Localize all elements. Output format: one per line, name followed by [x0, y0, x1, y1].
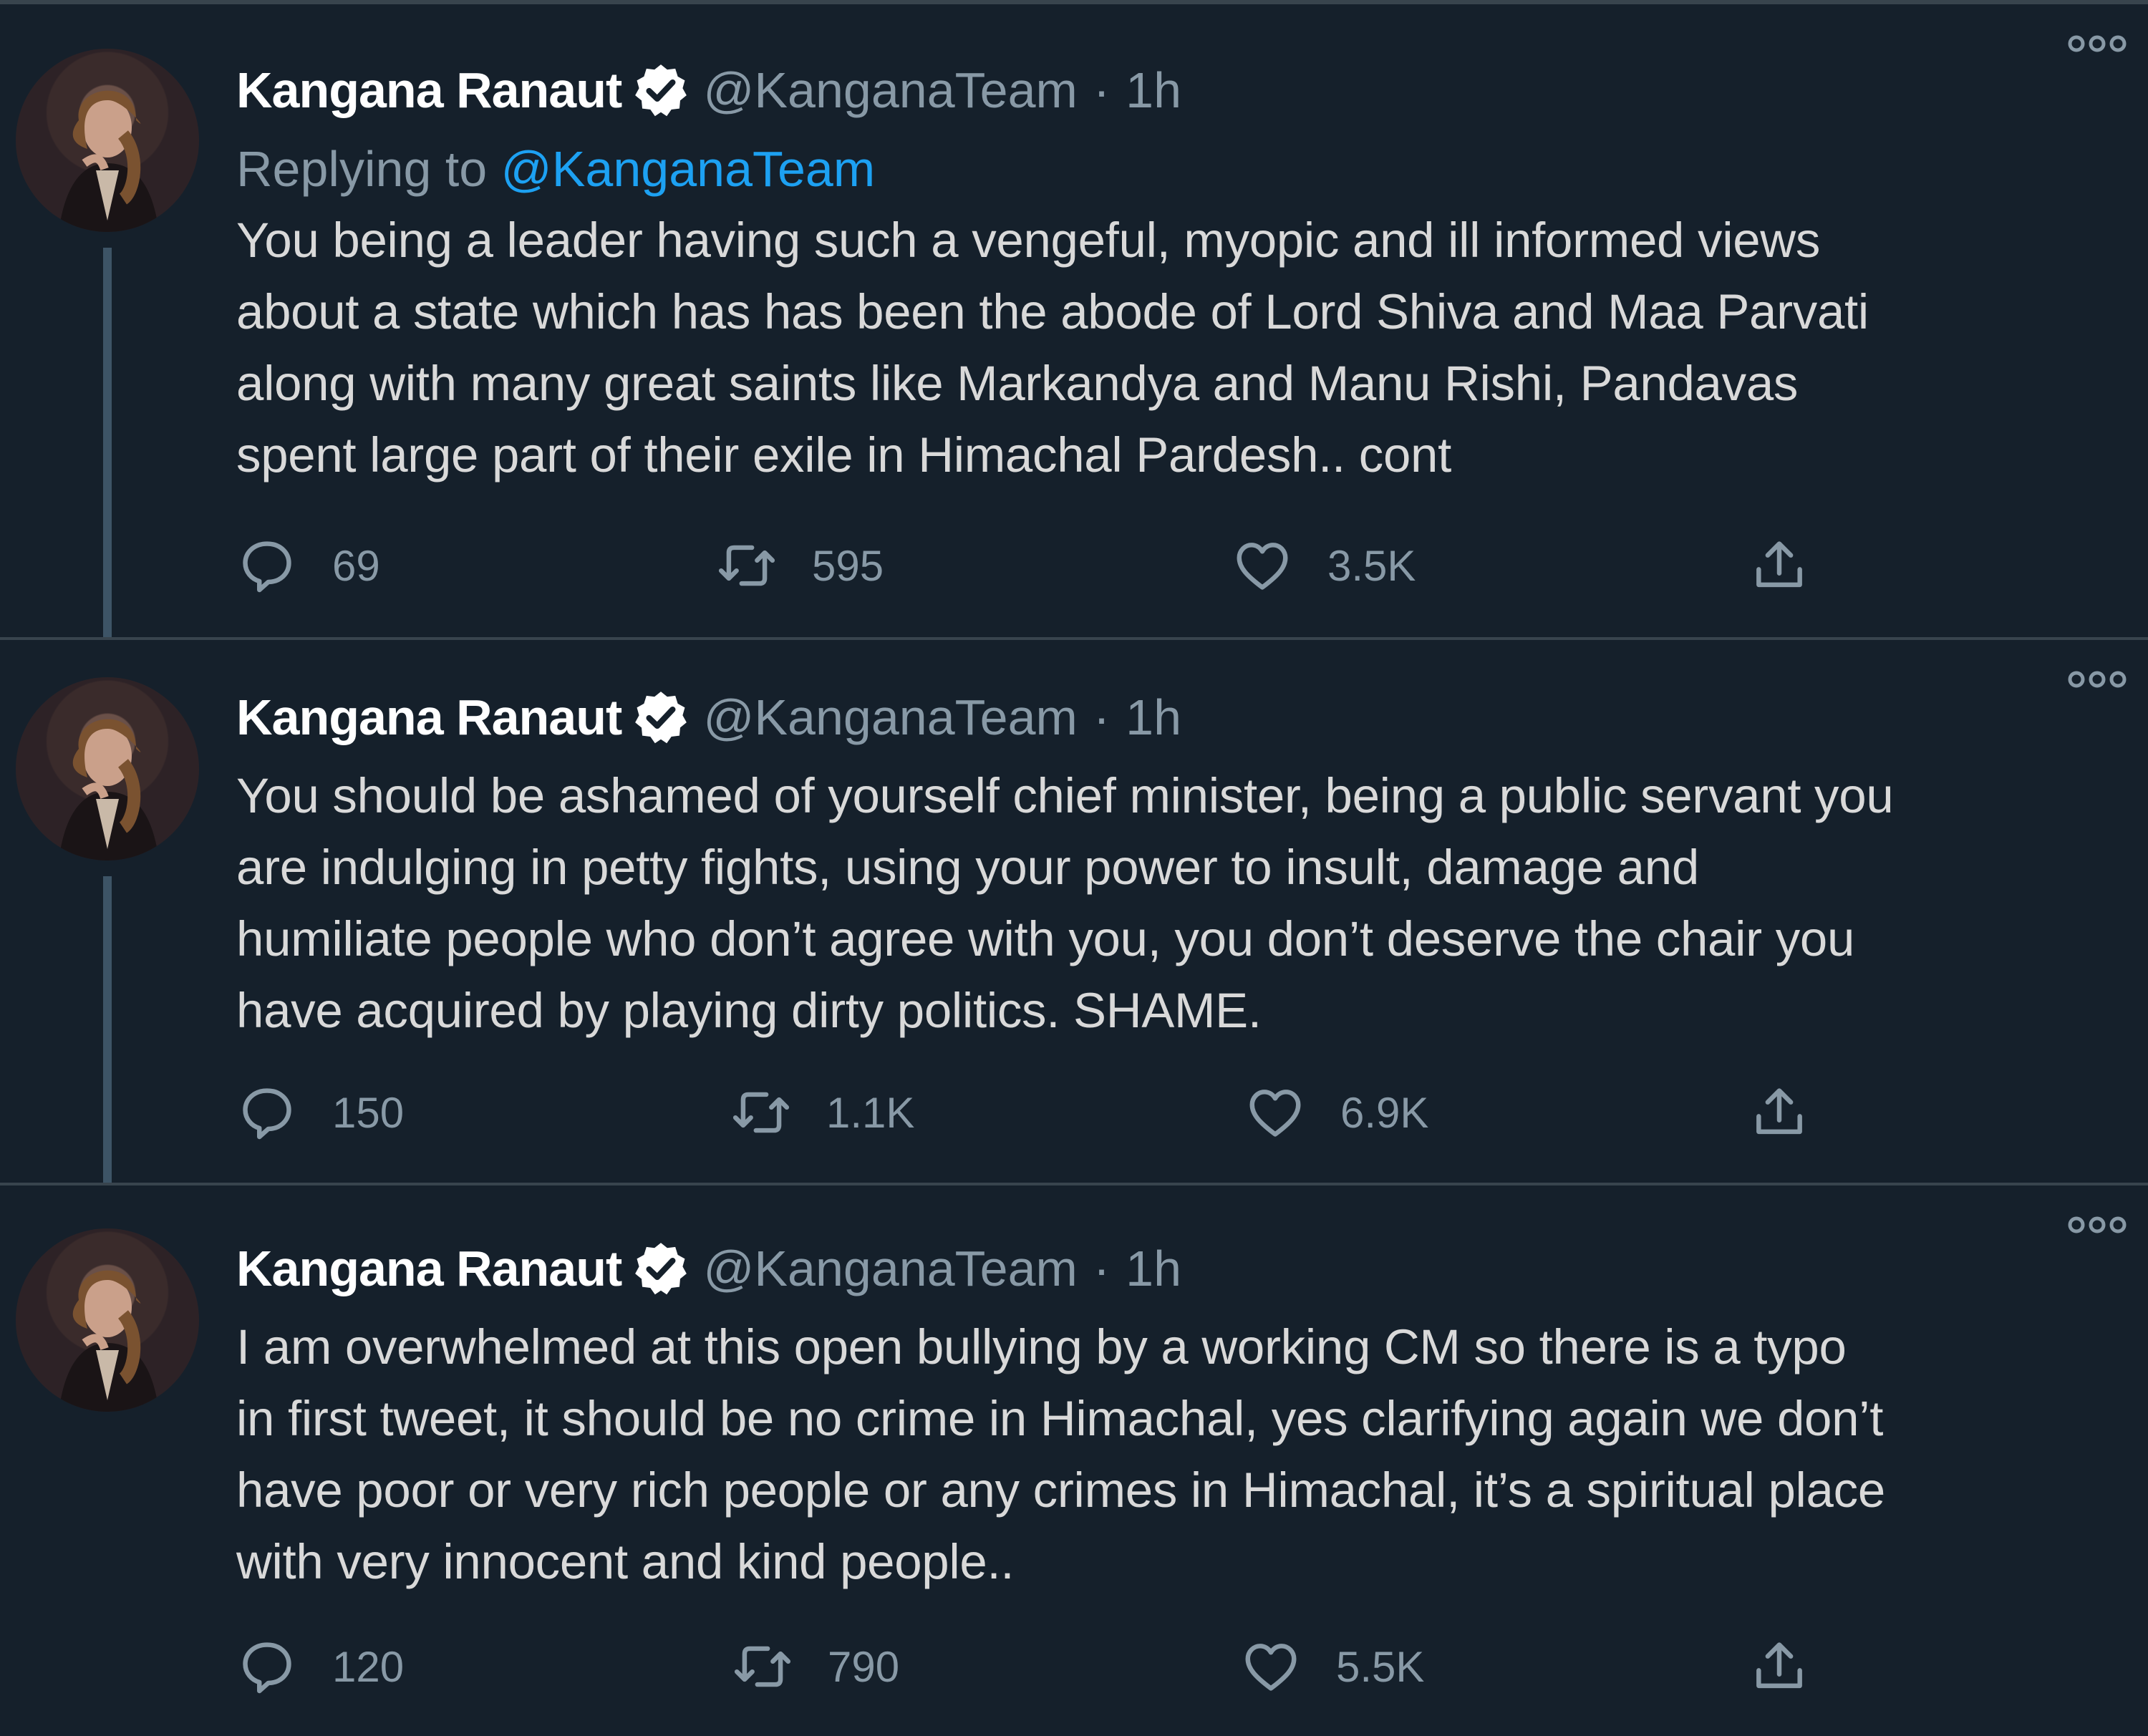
more-options-icon[interactable] — [2066, 33, 2128, 54]
timestamp[interactable]: 1h — [1126, 62, 1181, 119]
thread-connector-line — [103, 876, 112, 1185]
author-handle[interactable]: @KanganaTeam — [703, 1240, 1078, 1297]
like-count: 5.5K — [1336, 1642, 1425, 1691]
share-button[interactable] — [1748, 523, 1810, 608]
avatar[interactable] — [16, 677, 199, 860]
author-name[interactable]: Kangana Ranaut — [236, 1240, 622, 1297]
avatar-portrait-icon — [59, 1270, 159, 1412]
separator-dot: · — [1093, 62, 1111, 118]
timestamp[interactable]: 1h — [1126, 1240, 1181, 1297]
share-button[interactable] — [1748, 1624, 1810, 1710]
retweet-button[interactable]: 790 — [732, 1624, 899, 1710]
verified-badge-icon — [635, 692, 687, 744]
share-upload-icon — [1756, 1088, 1802, 1135]
tweet-header: Kangana Ranaut @KanganaTeam · 1h — [236, 682, 2119, 753]
tweet-actions: 120 790 5.5K — [236, 1624, 2112, 1710]
avatar[interactable] — [16, 49, 199, 232]
share-upload-icon — [1756, 541, 1802, 588]
tweet-3[interactable]: Kangana Ranaut @KanganaTeam · 1h I am ov… — [0, 1183, 2148, 1736]
more-options-icon[interactable] — [2066, 669, 2128, 690]
verified-badge-icon — [635, 64, 687, 117]
tweet-text: You should be ashamed of yourself chief … — [236, 768, 1894, 1038]
replying-to: Replying to @KanganaTeam — [236, 133, 2119, 205]
tweet-content: Kangana Ranaut @KanganaTeam · 1h You sho… — [236, 682, 2119, 1047]
separator-dot: · — [1093, 689, 1111, 745]
retweet-icon — [732, 1092, 790, 1133]
author-name[interactable]: Kangana Ranaut — [236, 62, 622, 119]
tweet-2[interactable]: Kangana Ranaut @KanganaTeam · 1h You sho… — [0, 637, 2148, 1185]
avatar[interactable] — [16, 1228, 199, 1412]
separator-dot: · — [1093, 1241, 1111, 1296]
reply-bubble-icon — [243, 541, 291, 593]
tweet-actions: 150 1.1K 6.9K — [236, 1070, 2112, 1155]
reply-bubble-icon — [243, 1642, 291, 1694]
retweet-count: 595 — [812, 541, 884, 590]
heart-icon — [1245, 1644, 1297, 1691]
tweet-actions: 69 595 3.5K — [236, 523, 2112, 608]
tweet-text: You being a leader having such a vengefu… — [236, 213, 1869, 483]
avatar-portrait-icon — [59, 719, 159, 860]
retweet-icon — [734, 1646, 791, 1687]
retweet-icon — [718, 545, 775, 586]
tweet-header: Kangana Ranaut @KanganaTeam · 1h — [236, 54, 2119, 126]
retweet-button[interactable]: 1.1K — [730, 1070, 914, 1155]
thread-connector-line — [103, 248, 112, 637]
like-count: 3.5K — [1327, 541, 1416, 590]
like-button[interactable]: 6.9K — [1244, 1070, 1428, 1155]
reply-mention-link[interactable]: @KanganaTeam — [501, 141, 876, 197]
tweet-1[interactable]: Kangana Ranaut @KanganaTeam · 1h Replyin… — [0, 4, 2148, 637]
more-options-icon[interactable] — [2066, 1214, 2128, 1236]
like-button[interactable]: 5.5K — [1240, 1624, 1424, 1710]
verified-badge-icon — [635, 1243, 687, 1295]
reply-count: 150 — [332, 1088, 405, 1137]
author-handle[interactable]: @KanganaTeam — [703, 62, 1078, 119]
heart-icon — [1249, 1090, 1301, 1137]
reply-button[interactable]: 150 — [236, 1070, 404, 1155]
reply-count: 69 — [332, 541, 380, 590]
reply-count: 120 — [332, 1642, 405, 1691]
avatar-portrait-icon — [59, 90, 159, 232]
like-button[interactable]: 3.5K — [1232, 523, 1416, 608]
like-count: 6.9K — [1340, 1088, 1429, 1137]
author-handle[interactable]: @KanganaTeam — [703, 689, 1078, 746]
replying-label: Replying to — [236, 141, 488, 197]
heart-icon — [1237, 543, 1288, 590]
author-name[interactable]: Kangana Ranaut — [236, 689, 622, 746]
tweet-text: I am overwhelmed at this open bullying b… — [236, 1319, 1885, 1589]
retweet-button[interactable]: 595 — [716, 523, 884, 608]
reply-bubble-icon — [243, 1088, 291, 1140]
share-upload-icon — [1756, 1642, 1802, 1689]
timestamp[interactable]: 1h — [1126, 689, 1181, 746]
tweet-content: Kangana Ranaut @KanganaTeam · 1h I am ov… — [236, 1233, 2119, 1598]
reply-button[interactable]: 69 — [236, 523, 380, 608]
retweet-count: 1.1K — [826, 1088, 915, 1137]
tweet-content: Kangana Ranaut @KanganaTeam · 1h Replyin… — [236, 54, 2119, 491]
share-button[interactable] — [1748, 1070, 1810, 1155]
retweet-count: 790 — [828, 1642, 900, 1691]
tweet-header: Kangana Ranaut @KanganaTeam · 1h — [236, 1233, 2119, 1304]
reply-button[interactable]: 120 — [236, 1624, 404, 1710]
